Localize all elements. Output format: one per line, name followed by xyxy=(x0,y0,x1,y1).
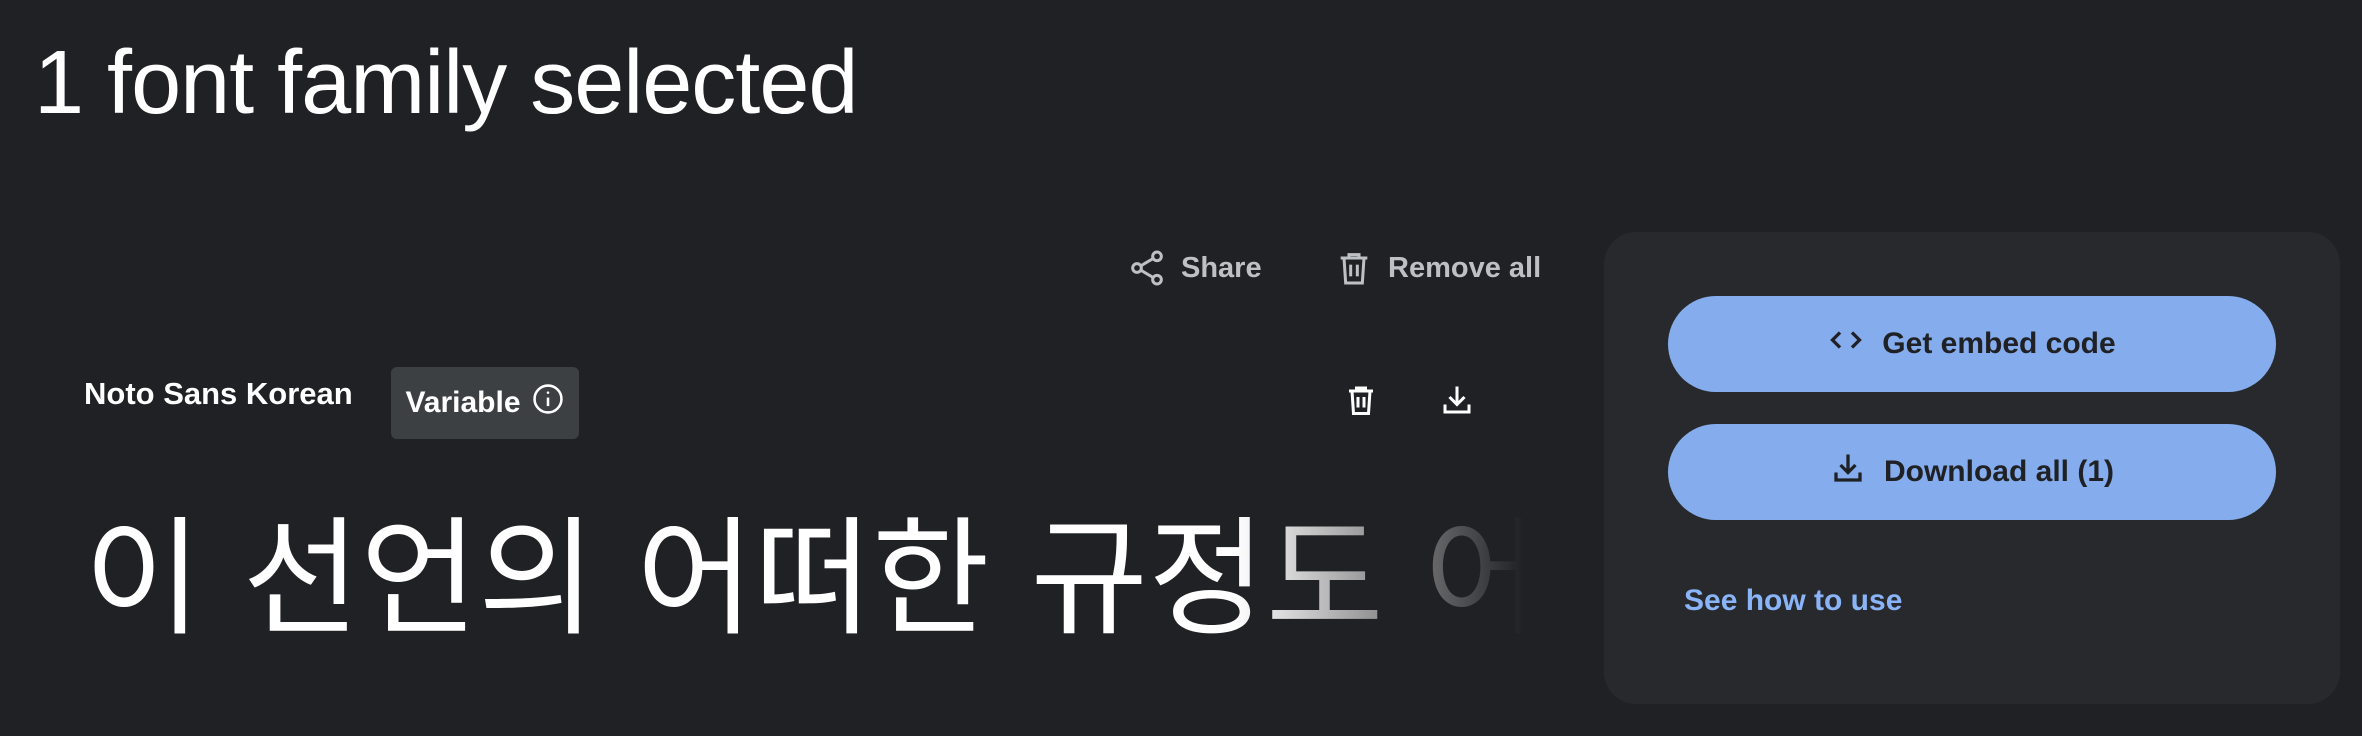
info-icon xyxy=(531,382,565,424)
download-icon xyxy=(1439,382,1475,423)
download-all-button[interactable]: Download all (1) xyxy=(1668,424,2276,520)
selected-families-panel: Get embed code Download all (1) See how … xyxy=(1604,232,2340,704)
download-family-button[interactable] xyxy=(1427,372,1487,432)
variable-chip[interactable]: Variable xyxy=(391,367,579,439)
trash-icon xyxy=(1343,382,1379,423)
font-preview[interactable]: 이 선언의 어떠한 규정도 어떤 국가 xyxy=(84,500,1524,660)
remove-all-button[interactable]: Remove all xyxy=(1334,236,1541,300)
font-family-name: Noto Sans Korean xyxy=(84,376,353,411)
share-button[interactable]: Share xyxy=(1127,236,1262,300)
remove-all-label: Remove all xyxy=(1388,251,1542,284)
trash-icon xyxy=(1334,248,1374,288)
get-embed-code-button[interactable]: Get embed code xyxy=(1668,296,2276,392)
page-title: 1 font family selected xyxy=(34,33,858,133)
share-label: Share xyxy=(1181,251,1262,284)
download-all-label: Download all (1) xyxy=(1883,455,2114,488)
delete-family-button[interactable] xyxy=(1331,372,1391,432)
font-preview-text: 이 선언의 어떠한 규정도 어떤 국가 xyxy=(84,505,1524,654)
get-embed-code-label: Get embed code xyxy=(1882,327,2116,360)
see-how-to-use-link[interactable]: See how to use xyxy=(1684,584,1902,618)
code-icon xyxy=(1828,322,1864,366)
share-icon xyxy=(1127,248,1167,288)
download-icon xyxy=(1830,450,1866,494)
variable-chip-label: Variable xyxy=(405,386,521,419)
